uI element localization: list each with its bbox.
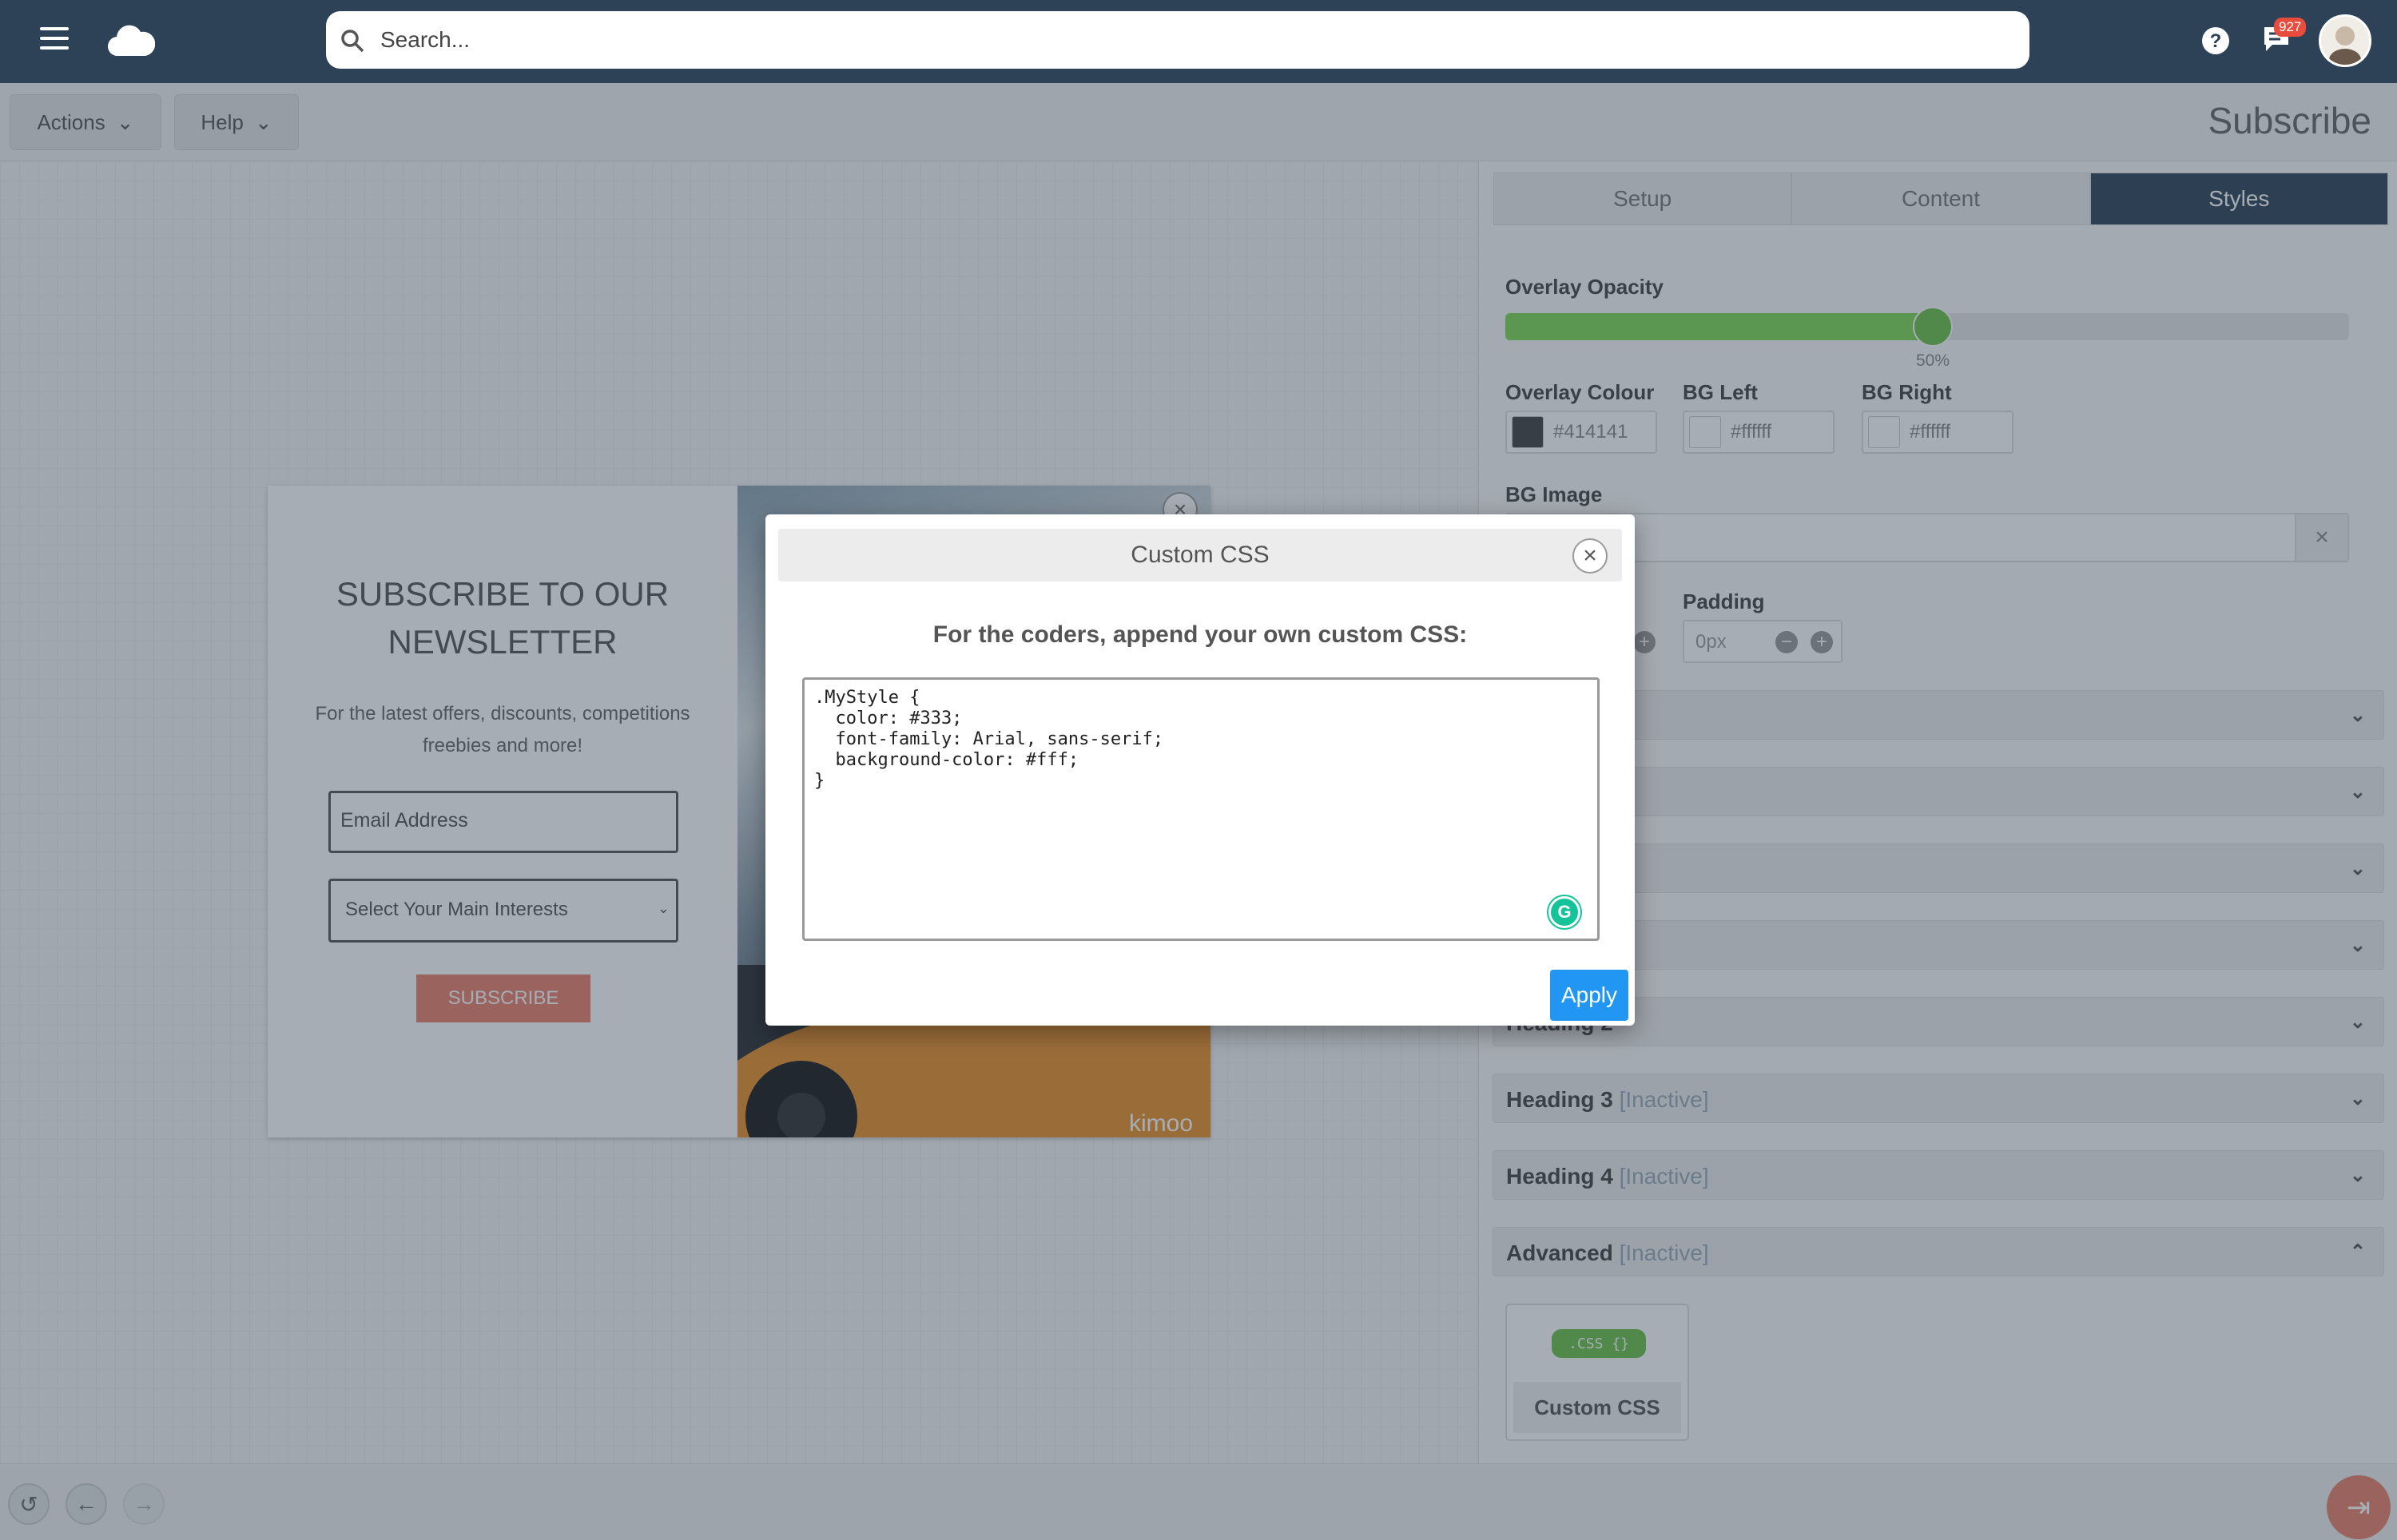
search-icon — [341, 30, 364, 53]
cloud-logo-icon[interactable] — [107, 21, 155, 59]
modal-prompt: For the coders, append your own custom C… — [932, 621, 1468, 648]
search-bar — [326, 11, 2029, 69]
modal-title: Custom CSS — [1131, 542, 1270, 568]
help-icon[interactable]: ? — [2200, 26, 2231, 56]
hamburger-icon[interactable] — [40, 27, 69, 53]
top-bar: ? 927 — [0, 0, 2397, 83]
css-code-editor[interactable]: .MyStyle { color: #333; font-family: Ari… — [802, 677, 1600, 941]
notification-badge: 927 — [2274, 18, 2307, 37]
avatar[interactable] — [2319, 14, 2371, 67]
search-input[interactable] — [380, 21, 2010, 59]
custom-css-modal: Custom CSS × For the coders, append your… — [765, 514, 1635, 1026]
grammarly-icon[interactable]: G — [1548, 896, 1580, 928]
svg-text:?: ? — [2210, 30, 2222, 52]
apply-button[interactable]: Apply — [1550, 970, 1628, 1021]
modal-header: Custom CSS × — [778, 529, 1622, 581]
close-icon[interactable]: × — [1572, 538, 1608, 574]
